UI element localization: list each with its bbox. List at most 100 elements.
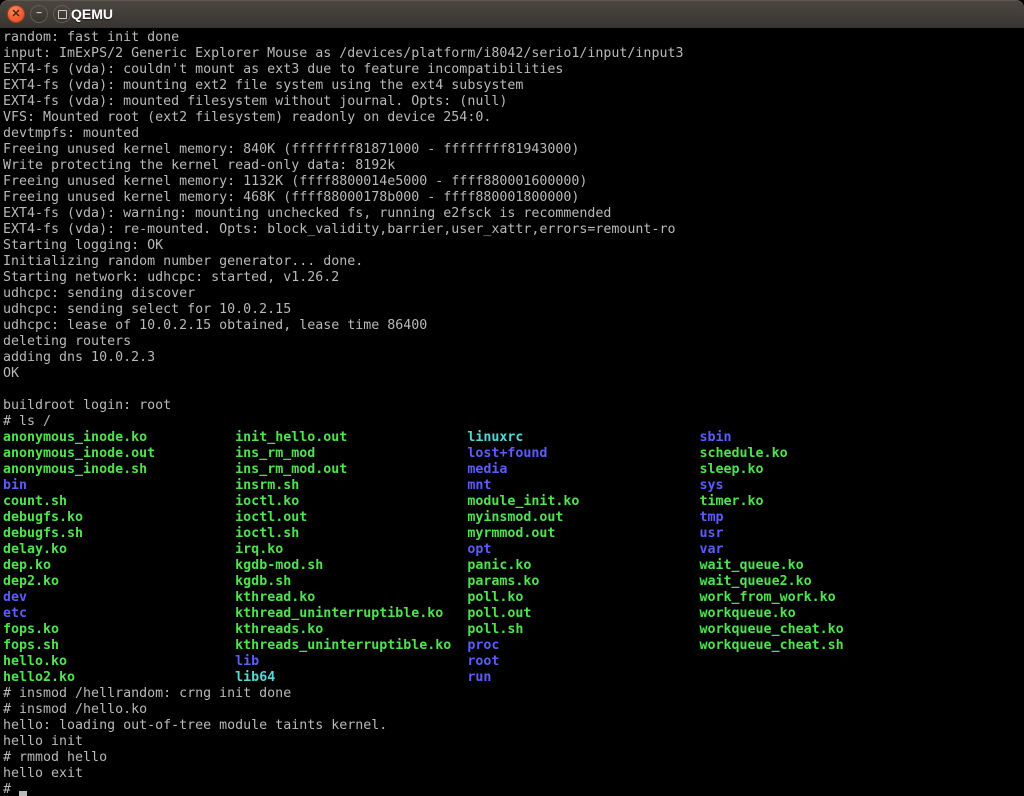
console-text: # insmod /hellrandom: crng init done: [3, 686, 291, 701]
ls-entry: linuxrc: [467, 430, 699, 445]
console-text: EXT4-fs (vda): mounting ext2 file system…: [3, 78, 523, 93]
console-text: EXT4-fs (vda): couldn't mount as ext3 du…: [3, 62, 563, 77]
ls-row: dev kthread.ko poll.ko work_from_work.ko: [3, 590, 1024, 606]
ls-entry: ins_rm_mod: [235, 446, 467, 461]
ls-row: delay.ko irq.ko opt var: [3, 542, 1024, 558]
console-text: EXT4-fs (vda): re-mounted. Opts: block_v…: [3, 222, 675, 237]
console-line: # insmod /hello.ko: [3, 702, 1024, 718]
console-text: EXT4-fs (vda): warning: mounting uncheck…: [3, 206, 611, 221]
ls-entry: count.sh: [3, 494, 235, 509]
console-line: EXT4-fs (vda): couldn't mount as ext3 du…: [3, 62, 1024, 78]
console-line: input: ImExPS/2 Generic Explorer Mouse a…: [3, 46, 1024, 62]
console-line: VFS: Mounted root (ext2 filesystem) read…: [3, 110, 1024, 126]
ls-entry: hello2.ko: [3, 670, 235, 685]
ls-entry: kthread_uninterruptible.ko: [235, 606, 467, 621]
console-line: # insmod /hellrandom: crng init done: [3, 686, 1024, 702]
console-text: Freeing unused kernel memory: 468K (ffff…: [3, 190, 579, 205]
console-line: Freeing unused kernel memory: 1132K (fff…: [3, 174, 1024, 190]
prompt-line: #: [3, 782, 1024, 796]
ls-entry: insrm.sh: [235, 478, 467, 493]
ls-row: debugfs.sh ioctl.sh myrmmod.out usr: [3, 526, 1024, 542]
qemu-console[interactable]: random: fast init doneinput: ImExPS/2 Ge…: [0, 28, 1024, 796]
console-text: Starting logging: OK: [3, 238, 163, 253]
ls-entry: anonymous_inode.out: [3, 446, 235, 461]
ls-entry: kgdb.sh: [235, 574, 467, 589]
shell-prompt: #: [3, 782, 19, 796]
console-text: hello: loading out-of-tree module taints…: [3, 718, 387, 733]
ls-row: fops.ko kthreads.ko poll.sh workqueue_ch…: [3, 622, 1024, 638]
ls-entry: workqueue.ko: [700, 606, 796, 621]
console-text: udhcpc: lease of 10.0.2.15 obtained, lea…: [3, 318, 427, 333]
ls-entry: sbin: [700, 430, 732, 445]
ls-entry: schedule.ko: [700, 446, 788, 461]
ls-entry: proc: [467, 638, 699, 653]
ls-entry: panic.ko: [467, 558, 699, 573]
ls-row: hello2.ko lib64 run: [3, 670, 1024, 686]
close-button[interactable]: ✕: [7, 5, 25, 23]
ls-entry: sleep.ko: [700, 462, 764, 477]
ls-entry: myinsmod.out: [467, 510, 699, 525]
ls-row: dep2.ko kgdb.sh params.ko wait_queue2.ko: [3, 574, 1024, 590]
console-line: deleting routers: [3, 334, 1024, 350]
console-text: random: fast init done: [3, 30, 179, 45]
console-line: EXT4-fs (vda): warning: mounting uncheck…: [3, 206, 1024, 222]
console-text: deleting routers: [3, 334, 131, 349]
console-text: OK: [3, 366, 19, 381]
ls-row: etc kthread_uninterruptible.ko poll.out …: [3, 606, 1024, 622]
console-line: Starting network: udhcpc: started, v1.26…: [3, 270, 1024, 286]
ls-entry: params.ko: [467, 574, 699, 589]
console-text: EXT4-fs (vda): mounted filesystem withou…: [3, 94, 507, 109]
console-line: Freeing unused kernel memory: 468K (ffff…: [3, 190, 1024, 206]
console-text: adding dns 10.0.2.3: [3, 350, 155, 365]
ls-entry: work_from_work.ko: [700, 590, 836, 605]
ls-entry: irq.ko: [235, 542, 467, 557]
ls-entry: fops.sh: [3, 638, 235, 653]
ls-entry: lost+found: [467, 446, 699, 461]
console-text: udhcpc: sending discover: [3, 286, 195, 301]
ls-entry: kgdb-mod.sh: [235, 558, 467, 573]
ls-entry: dev: [3, 590, 235, 605]
console-text: Write protecting the kernel read-only da…: [3, 158, 395, 173]
console-text: # ls /: [3, 414, 51, 429]
console-line: # rmmod hello: [3, 750, 1024, 766]
ls-entry: debugfs.ko: [3, 510, 235, 525]
window-titlebar[interactable]: ✕ − QEMU: [0, 0, 1024, 28]
console-line: hello init: [3, 734, 1024, 750]
ls-entry: poll.out: [467, 606, 699, 621]
ls-entry: kthreads.ko: [235, 622, 467, 637]
console-line: EXT4-fs (vda): mounted filesystem withou…: [3, 94, 1024, 110]
console-line: EXT4-fs (vda): mounting ext2 file system…: [3, 78, 1024, 94]
console-line: udhcpc: lease of 10.0.2.15 obtained, lea…: [3, 318, 1024, 334]
maximize-button[interactable]: [53, 5, 71, 23]
ls-entry: hello.ko: [3, 654, 235, 669]
ls-entry: media: [467, 462, 699, 477]
ls-entry: timer.ko: [700, 494, 764, 509]
ls-entry: bin: [3, 478, 235, 493]
ls-entry: poll.sh: [467, 622, 699, 637]
ls-entry: workqueue_cheat.ko: [700, 622, 844, 637]
console-text: buildroot login: root: [3, 398, 171, 413]
ls-entry: workqueue_cheat.sh: [700, 638, 844, 653]
ls-entry: poll.ko: [467, 590, 699, 605]
console-text: VFS: Mounted root (ext2 filesystem) read…: [3, 110, 491, 125]
ls-entry: module_init.ko: [467, 494, 699, 509]
console-text: # insmod /hello.ko: [3, 702, 147, 717]
console-line: devtmpfs: mounted: [3, 126, 1024, 142]
minimize-button[interactable]: −: [30, 5, 48, 23]
console-line: EXT4-fs (vda): re-mounted. Opts: block_v…: [3, 222, 1024, 238]
console-line: udhcpc: sending discover: [3, 286, 1024, 302]
console-line: Write protecting the kernel read-only da…: [3, 158, 1024, 174]
ls-entry: dep.ko: [3, 558, 235, 573]
ls-entry: fops.ko: [3, 622, 235, 637]
maximize-icon: [58, 10, 67, 19]
console-line: Freeing unused kernel memory: 840K (ffff…: [3, 142, 1024, 158]
console-text: hello exit: [3, 766, 83, 781]
ls-row: fops.sh kthreads_uninterruptible.ko proc…: [3, 638, 1024, 654]
ls-entry: kthreads_uninterruptible.ko: [235, 638, 467, 653]
console-text: hello init: [3, 734, 83, 749]
console-text: # rmmod hello: [3, 750, 107, 765]
ls-entry: lib: [235, 654, 467, 669]
ls-row: debugfs.ko ioctl.out myinsmod.out tmp: [3, 510, 1024, 526]
console-line: udhcpc: sending select for 10.0.2.15: [3, 302, 1024, 318]
console-text: input: ImExPS/2 Generic Explorer Mouse a…: [3, 46, 683, 61]
